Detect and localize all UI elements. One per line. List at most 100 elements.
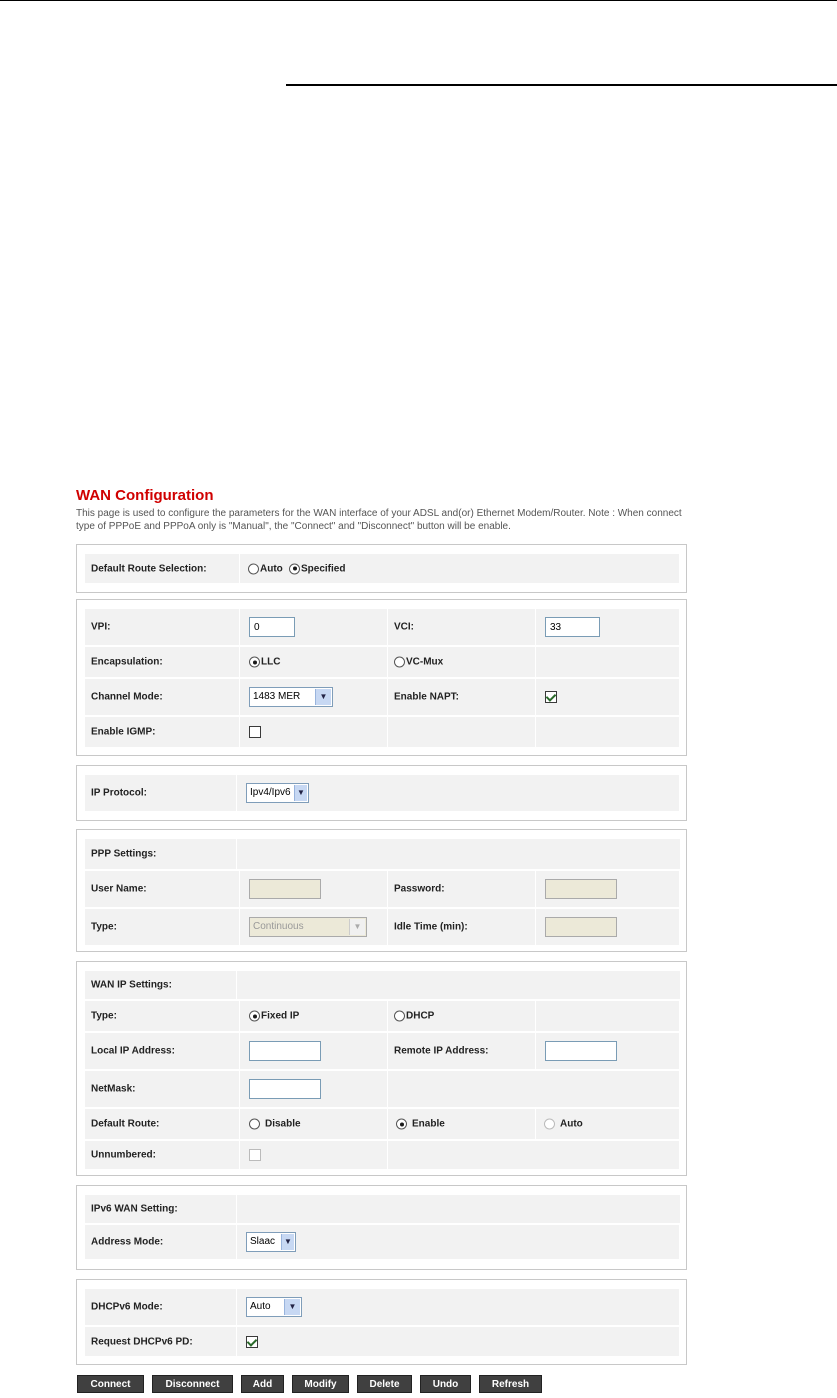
default-route-wan-row: Default Route: Disable Enable Auto: [85, 1109, 680, 1139]
chevron-down-icon[interactable]: ▼: [294, 785, 307, 801]
dhcpv6-mode-row: DHCPv6 Mode: Auto ▼: [85, 1289, 680, 1325]
ppp-username-input[interactable]: [249, 879, 321, 899]
chevron-down-icon[interactable]: ▼: [284, 1299, 300, 1315]
wan-ip-type-label: Type:: [91, 1010, 117, 1022]
ipv6-header-row: IPv6 WAN Setting:: [85, 1195, 680, 1223]
encap-vcmux-radio[interactable]: [394, 656, 405, 668]
address-mode-select[interactable]: Slaac ▼: [246, 1232, 296, 1252]
route-auto-option[interactable]: Auto: [544, 1118, 583, 1130]
unnumbered-checkbox[interactable]: [249, 1149, 261, 1161]
chevron-down-icon[interactable]: ▼: [349, 919, 365, 935]
wan-default-route-label: Default Route:: [91, 1118, 160, 1130]
refresh-button[interactable]: Refresh: [479, 1375, 542, 1393]
route-auto-radio[interactable]: [544, 1118, 555, 1130]
ipv6-wan-header: IPv6 WAN Setting:: [91, 1203, 178, 1215]
address-mode-row: Address Mode: Slaac ▼: [85, 1225, 680, 1259]
idle-time-input[interactable]: [545, 917, 617, 937]
dhcpv6-mode-value: Auto: [250, 1301, 271, 1312]
ip-protocol-section: IP Protocol: Ipv4/Ipv6 ▼: [76, 765, 687, 821]
ppp-settings-section: PPP Settings: User Name: Password: Type:: [76, 829, 687, 952]
encap-llc-option[interactable]: LLC: [249, 656, 280, 668]
netmask-input[interactable]: [249, 1079, 321, 1099]
ipv6-wan-section: IPv6 WAN Setting: Address Mode: Slaac ▼: [76, 1185, 687, 1270]
channel-mode-value: 1483 MER: [253, 691, 301, 702]
delete-button[interactable]: Delete: [357, 1375, 412, 1393]
header-rule: [286, 84, 837, 86]
page-description: This page is used to configure the param…: [76, 508, 682, 532]
default-route-specified-label: Specified: [301, 563, 346, 574]
vpi-input[interactable]: [249, 617, 295, 637]
modify-button[interactable]: Modify: [292, 1375, 349, 1393]
default-route-auto-option[interactable]: Auto: [248, 563, 283, 574]
ppp-user-row: User Name: Password:: [85, 871, 680, 907]
wan-ip-settings-header: WAN IP Settings:: [91, 979, 172, 991]
connect-button-main[interactable]: Connect: [77, 1375, 144, 1393]
default-route-auto-label: Auto: [260, 563, 283, 574]
enable-napt-label: Enable NAPT:: [394, 691, 460, 703]
ppp-password-input[interactable]: [545, 879, 617, 899]
remote-ip-input[interactable]: [545, 1041, 617, 1061]
default-route-label: Default Route Selection:: [91, 563, 207, 574]
remote-ip-label: Remote IP Address:: [394, 1045, 489, 1057]
default-route-specified-option[interactable]: Specified: [289, 563, 345, 574]
request-pd-checkbox[interactable]: [246, 1335, 258, 1348]
channel-mode-row: Channel Mode: 1483 MER ▼ Enable NAPT:: [85, 679, 680, 715]
idle-time-label: Idle Time (min):: [394, 921, 468, 933]
ppp-type-label: Type:: [91, 921, 117, 933]
igmp-row: Enable IGMP:: [85, 717, 680, 747]
ip-protocol-row: IP Protocol: Ipv4/Ipv6 ▼: [85, 775, 680, 811]
default-route-auto-radio[interactable]: [248, 563, 259, 574]
ppp-password-label: Password:: [394, 883, 445, 895]
disconnect-button[interactable]: Disconnect: [152, 1375, 233, 1393]
chevron-down-icon[interactable]: ▼: [281, 1234, 294, 1250]
route-disable-radio[interactable]: [249, 1118, 260, 1130]
ip-protocol-value: Ipv4/Ipv6: [250, 787, 291, 798]
route-enable-label: Enable: [412, 1118, 445, 1130]
wan-ip-dhcp-radio[interactable]: [394, 1010, 405, 1022]
wan-ip-fixed-radio[interactable]: [249, 1010, 260, 1022]
enable-napt-checkbox[interactable]: [545, 691, 557, 703]
ip-protocol-label: IP Protocol:: [91, 787, 147, 799]
wan-ip-type-row: Type: Fixed IP DHCP: [85, 1001, 680, 1031]
request-pd-row: Request DHCPv6 PD:: [85, 1327, 680, 1356]
netmask-row: NetMask:: [85, 1071, 680, 1107]
wan-ip-fixed-label: Fixed IP: [261, 1010, 300, 1022]
vci-input[interactable]: [545, 617, 600, 637]
route-disable-option[interactable]: Disable: [249, 1118, 301, 1130]
wan-ip-header-row: WAN IP Settings:: [85, 971, 680, 999]
default-route-specified-radio[interactable]: [289, 563, 300, 574]
chevron-down-icon[interactable]: ▼: [315, 689, 331, 705]
channel-mode-label: Channel Mode:: [91, 691, 163, 703]
default-route-row: Default Route Selection: Auto Specified: [85, 554, 680, 583]
encapsulation-row: Encapsulation: LLC VC-Mux: [85, 647, 680, 677]
dhcpv6-mode-label: DHCPv6 Mode:: [91, 1301, 163, 1313]
wan-ip-fixed-option[interactable]: Fixed IP: [249, 1010, 300, 1022]
vci-label: VCI:: [394, 621, 414, 633]
request-pd-label: Request DHCPv6 PD:: [91, 1336, 193, 1347]
ppp-username-label: User Name:: [91, 883, 147, 895]
ppp-type-select[interactable]: Continuous ▼: [249, 917, 367, 937]
ppp-type-row: Type: Continuous ▼ Idle Time (min):: [85, 909, 680, 945]
vpi-label: VPI:: [91, 621, 111, 633]
encap-vcmux-label: VC-Mux: [406, 656, 444, 668]
undo-button[interactable]: Undo: [420, 1375, 471, 1393]
add-button[interactable]: Add: [241, 1375, 284, 1393]
encapsulation-label: Encapsulation:: [91, 656, 163, 668]
atm-settings-section: VPI: VCI: Encapsulation: LLC: [76, 599, 687, 756]
enable-igmp-checkbox[interactable]: [249, 726, 261, 738]
dhcpv6-mode-select[interactable]: Auto ▼: [246, 1297, 302, 1317]
channel-mode-select[interactable]: 1483 MER ▼: [249, 687, 333, 707]
local-ip-input[interactable]: [249, 1041, 321, 1061]
vpi-vci-row: VPI: VCI:: [85, 609, 680, 645]
route-enable-radio[interactable]: [396, 1118, 407, 1130]
encap-llc-radio[interactable]: [249, 656, 260, 668]
wan-ip-dhcp-option[interactable]: DHCP: [394, 1010, 434, 1022]
unnumbered-row: Unnumbered:: [85, 1141, 680, 1169]
unnumbered-label: Unnumbered:: [91, 1149, 156, 1161]
wan-configuration-panel: WAN Configuration This page is used to c…: [72, 485, 692, 1398]
route-enable-option[interactable]: Enable: [396, 1118, 445, 1130]
address-mode-value: Slaac: [250, 1236, 276, 1247]
encap-vcmux-option[interactable]: VC-Mux: [394, 656, 444, 668]
ppp-settings-header: PPP Settings:: [91, 848, 157, 860]
ip-protocol-select[interactable]: Ipv4/Ipv6 ▼: [246, 783, 309, 803]
